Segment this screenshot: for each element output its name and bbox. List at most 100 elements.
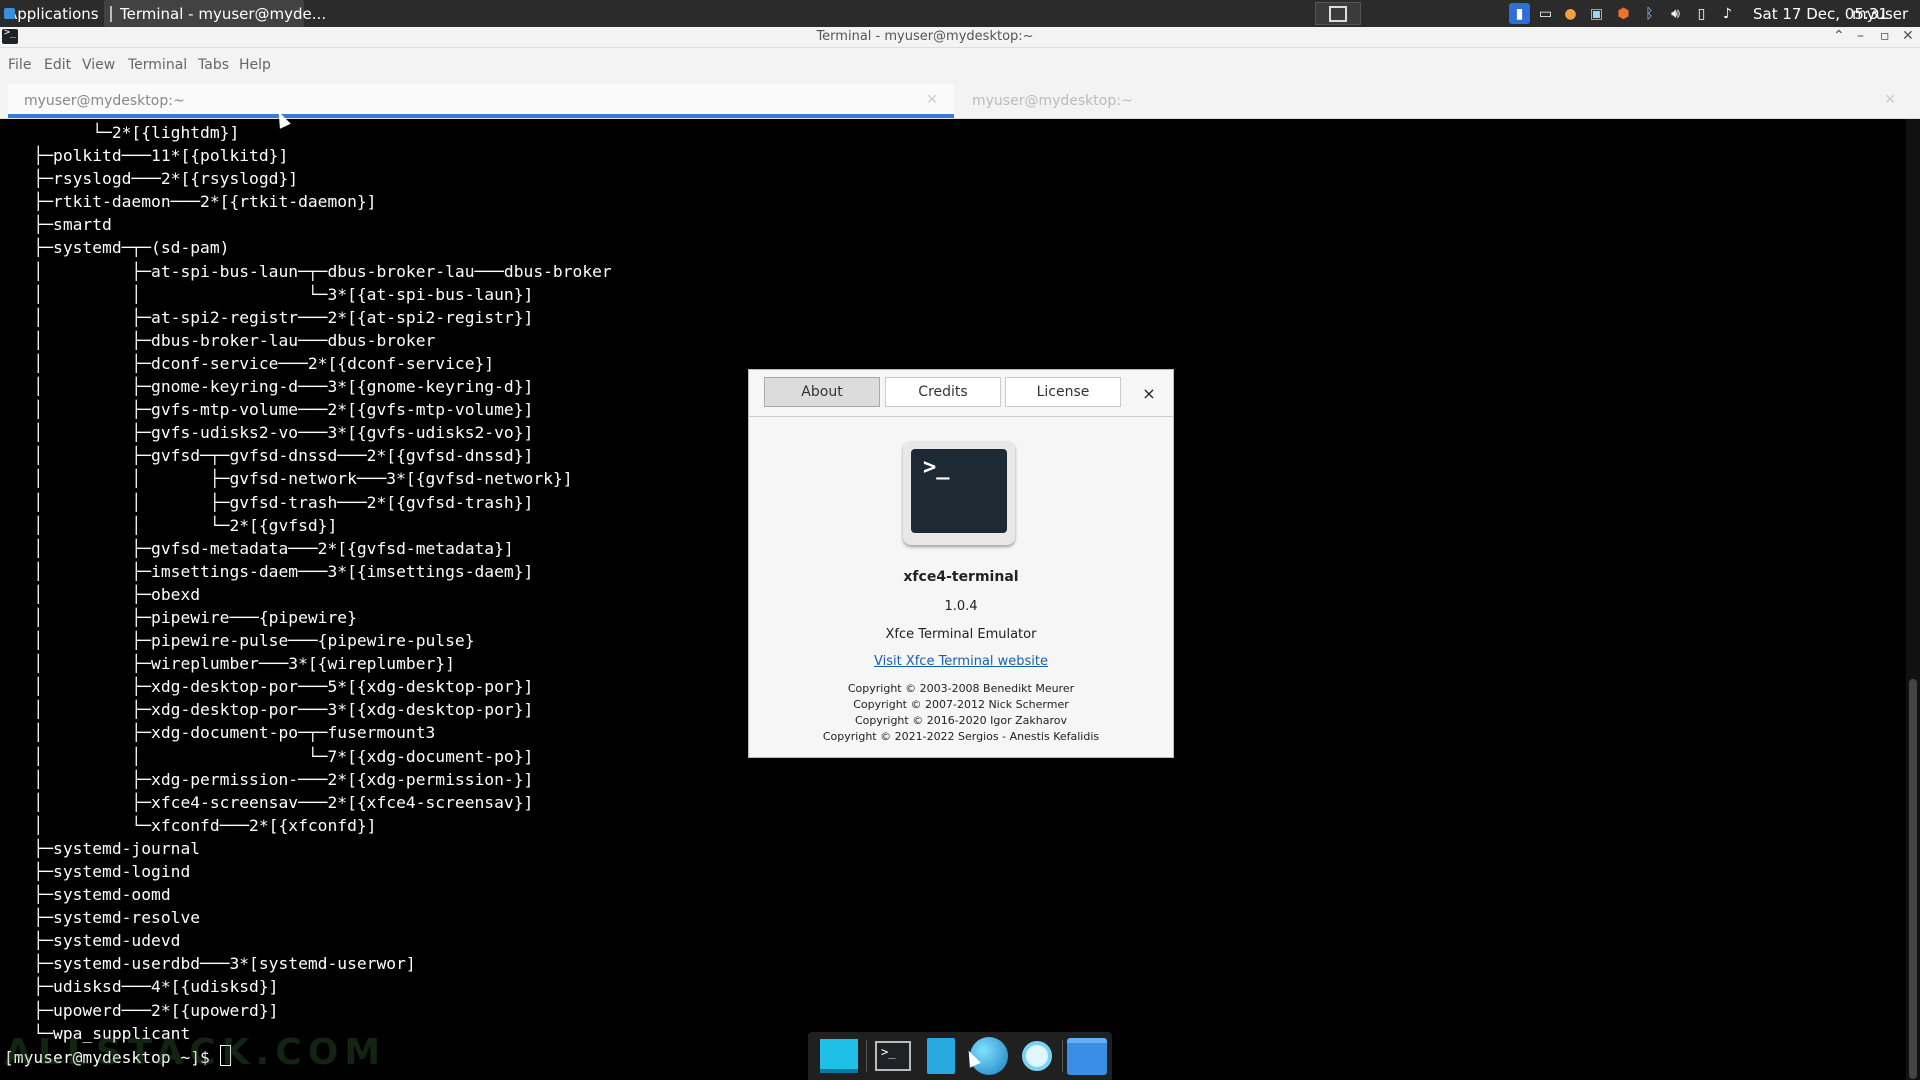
terminal-line: │ ├─xfce4-screensav───2*[{xfce4-screensa… bbox=[33, 792, 534, 812]
firefox-icon[interactable]: ● bbox=[1560, 3, 1581, 24]
taskbar-window-button[interactable]: Terminal - myuser@myde... bbox=[104, 0, 326, 27]
dialog-header: About Credits License × bbox=[749, 370, 1173, 417]
menu-bar: File Edit View Terminal Tabs Help bbox=[0, 48, 1920, 82]
logo-prompt: >_ bbox=[923, 455, 950, 480]
top-panel: Applications ⋮ Terminal - myuser@myde...… bbox=[0, 0, 1920, 27]
terminal-line: │ ├─wireplumber───3*[{wireplumber}] bbox=[33, 654, 455, 674]
bluetooth-icon[interactable]: ᛒ bbox=[1639, 3, 1660, 24]
tab-terminal-1[interactable]: myuser@mydesktop:~ ✕ bbox=[8, 84, 954, 118]
terminal-line: ├─systemd-oomd bbox=[33, 885, 171, 905]
terminal-line: │ ├─gvfsd─┬─gvfsd-dnssd───2*[{gvfsd-dnss… bbox=[33, 446, 534, 466]
copyright-line: Copyright © 2003-2008 Benedikt Meurer bbox=[847, 682, 1075, 695]
terminal-line: │ ├─gnome-keyring-d───3*[{gnome-keyring-… bbox=[33, 377, 534, 397]
terminal-line: ├─smartd bbox=[33, 215, 112, 235]
minimize-button[interactable]: – bbox=[1857, 28, 1864, 44]
terminal-line: ├─systemd-resolve bbox=[33, 908, 201, 928]
app-version: 1.0.4 bbox=[944, 599, 978, 614]
window-title-bar[interactable]: Terminal - myuser@mydesktop:~ ⌃ – ▫ ✕ bbox=[0, 27, 1920, 48]
terminal-line: │ ├─gvfs-mtp-volume───2*[{gvfs-mtp-volum… bbox=[33, 400, 534, 420]
copyright-line: Copyright © 2021-2022 Sergios - Anestis … bbox=[822, 730, 1100, 743]
pstree-output: └─2*[{lightdm}] ├─polkitd───11*[{polkitd… bbox=[4, 123, 612, 1043]
applications-menu-button[interactable]: Applications ⋮ bbox=[0, 0, 117, 27]
tab-credits[interactable]: Credits bbox=[885, 377, 1001, 407]
menu-view[interactable]: View bbox=[82, 57, 115, 73]
website-link[interactable]: Visit Xfce Terminal website bbox=[749, 654, 1173, 669]
terminal-line: │ │ └─3*[{at-spi-bus-laun}] bbox=[33, 284, 534, 304]
terminal-line: │ │ ├─gvfsd-trash───2*[{gvfsd-trash}] bbox=[33, 492, 534, 512]
copyright-line: Copyright © 2007-2012 Nick Schermer bbox=[853, 698, 1069, 711]
battery-icon[interactable]: ▯ bbox=[1691, 3, 1712, 24]
terminal-line: ├─rsyslogd───2*[{rsyslogd}] bbox=[33, 169, 299, 189]
tab-bar: myuser@mydesktop:~ ✕ myuser@mydesktop:~ … bbox=[0, 82, 1920, 119]
dialog-close-button[interactable]: × bbox=[1138, 382, 1160, 404]
dock-separator bbox=[866, 1040, 867, 1072]
watermark: ALLSTACK.COM bbox=[4, 1032, 387, 1073]
applications-label: Applications bbox=[7, 4, 99, 23]
terminal-line: │ ├─pipewire───{pipewire} bbox=[33, 607, 357, 627]
tab-terminal-2[interactable]: myuser@mydesktop:~ ✕ bbox=[956, 84, 1912, 118]
tab-close-icon[interactable]: ✕ bbox=[926, 92, 938, 108]
terminal-scrollbar[interactable] bbox=[1906, 119, 1920, 1080]
copyright-block: Copyright © 2003-2008 Benedikt Meurer Co… bbox=[749, 681, 1173, 745]
copyright-line: Copyright © 2016-2020 Igor Zakharov bbox=[854, 714, 1068, 727]
display-icon[interactable]: ▮ bbox=[1509, 3, 1530, 24]
folder-icon[interactable] bbox=[1066, 1036, 1108, 1076]
user-menu[interactable]: myuser bbox=[1852, 0, 1908, 27]
terminal-line: ├─upowerd───2*[{upowerd}] bbox=[33, 1000, 279, 1020]
workspace-icon bbox=[1329, 5, 1347, 22]
terminal-line: │ │ ├─gvfsd-network───3*[{gvfsd-network}… bbox=[33, 469, 573, 489]
terminal-line: │ ├─at-spi2-registr───2*[{at-spi2-regist… bbox=[33, 307, 534, 327]
show-desktop-icon[interactable] bbox=[818, 1036, 860, 1076]
tab-label: myuser@mydesktop:~ bbox=[972, 93, 1133, 109]
terminal-line: ├─systemd-userdbd───3*[systemd-userwor] bbox=[33, 954, 416, 974]
terminal-line: │ ├─at-spi-bus-laun─┬─dbus-broker-lau───… bbox=[33, 261, 612, 281]
menu-file[interactable]: File bbox=[8, 57, 31, 73]
terminal-line: ├─rtkit-daemon───2*[{rtkit-daemon}] bbox=[33, 192, 377, 212]
terminal-line: │ ├─xdg-desktop-por───3*[{xdg-desktop-po… bbox=[33, 700, 534, 720]
terminal-line: │ ├─pipewire-pulse───{pipewire-pulse} bbox=[33, 631, 475, 651]
dock-separator bbox=[1062, 1040, 1063, 1072]
terminal-logo-icon: >_ bbox=[903, 441, 1015, 545]
menu-terminal[interactable]: Terminal bbox=[128, 57, 187, 73]
workspace-switcher[interactable] bbox=[1315, 2, 1361, 25]
terminal-output: └─2*[{lightdm}] ├─polkitd───11*[{polkitd… bbox=[4, 121, 612, 1069]
terminal-line: │ │ └─7*[{xdg-document-po}] bbox=[33, 746, 534, 766]
terminal-icon[interactable] bbox=[872, 1036, 914, 1076]
terminal-line: │ ├─xdg-document-po─┬─fusermount3 bbox=[33, 723, 436, 743]
terminal-line: │ ├─gvfs-udisks2-vo───3*[{gvfs-udisks2-v… bbox=[33, 423, 534, 443]
terminal-line: │ └─xfconfd───2*[{xfconfd}] bbox=[33, 815, 377, 835]
tab-close-icon[interactable]: ✕ bbox=[1884, 92, 1896, 108]
app-finder-icon[interactable] bbox=[1016, 1036, 1058, 1076]
tab-license[interactable]: License bbox=[1005, 377, 1121, 407]
scrollbar-thumb[interactable] bbox=[1909, 679, 1917, 1079]
about-dialog: About Credits License × >_ xfce4-termina… bbox=[748, 369, 1174, 758]
app-description: Xfce Terminal Emulator bbox=[885, 627, 1037, 642]
menu-edit[interactable]: Edit bbox=[44, 57, 71, 73]
menu-tabs[interactable]: Tabs bbox=[198, 57, 229, 73]
taskbar-window-label: Terminal - myuser@myde... bbox=[120, 4, 327, 23]
terminal-line: │ ├─obexd bbox=[33, 584, 201, 604]
terminal-line: ├─systemd-udevd bbox=[33, 931, 181, 951]
terminal-line: ├─systemd─┬─(sd-pam) bbox=[33, 238, 230, 258]
tab-label: myuser@mydesktop:~ bbox=[24, 93, 185, 109]
volume-icon[interactable]: 🔊︎ bbox=[1665, 3, 1686, 24]
close-window-button[interactable]: ✕ bbox=[1902, 28, 1914, 44]
dock bbox=[808, 1032, 1112, 1080]
file-manager-icon[interactable] bbox=[920, 1036, 962, 1076]
shade-button[interactable]: ⌃ bbox=[1833, 28, 1845, 44]
terminal-line: │ ├─dconf-service───2*[{dconf-service}] bbox=[33, 353, 495, 373]
menu-help[interactable]: Help bbox=[239, 57, 271, 73]
maximize-button[interactable]: ▫ bbox=[1880, 28, 1890, 44]
terminal-line: │ ├─xdg-desktop-por───5*[{xdg-desktop-po… bbox=[33, 677, 534, 697]
terminal-line: └─2*[{lightdm}] bbox=[92, 123, 240, 142]
shield-icon[interactable]: ⬢ bbox=[1613, 3, 1634, 24]
terminal-line: ├─systemd-journal bbox=[33, 838, 201, 858]
network-icon[interactable]: ▣ bbox=[1586, 3, 1607, 24]
terminal-window-icon bbox=[110, 5, 112, 22]
tab-about[interactable]: About bbox=[764, 377, 880, 407]
clipboard-icon[interactable]: ▭ bbox=[1535, 3, 1556, 24]
notification-icon[interactable]: ♪ bbox=[1717, 3, 1738, 24]
terminal-line: │ ├─dbus-broker-lau───dbus-broker bbox=[33, 330, 436, 350]
app-name: xfce4-terminal bbox=[903, 569, 1019, 585]
terminal-line: ├─udisksd───4*[{udisksd}] bbox=[33, 977, 279, 997]
